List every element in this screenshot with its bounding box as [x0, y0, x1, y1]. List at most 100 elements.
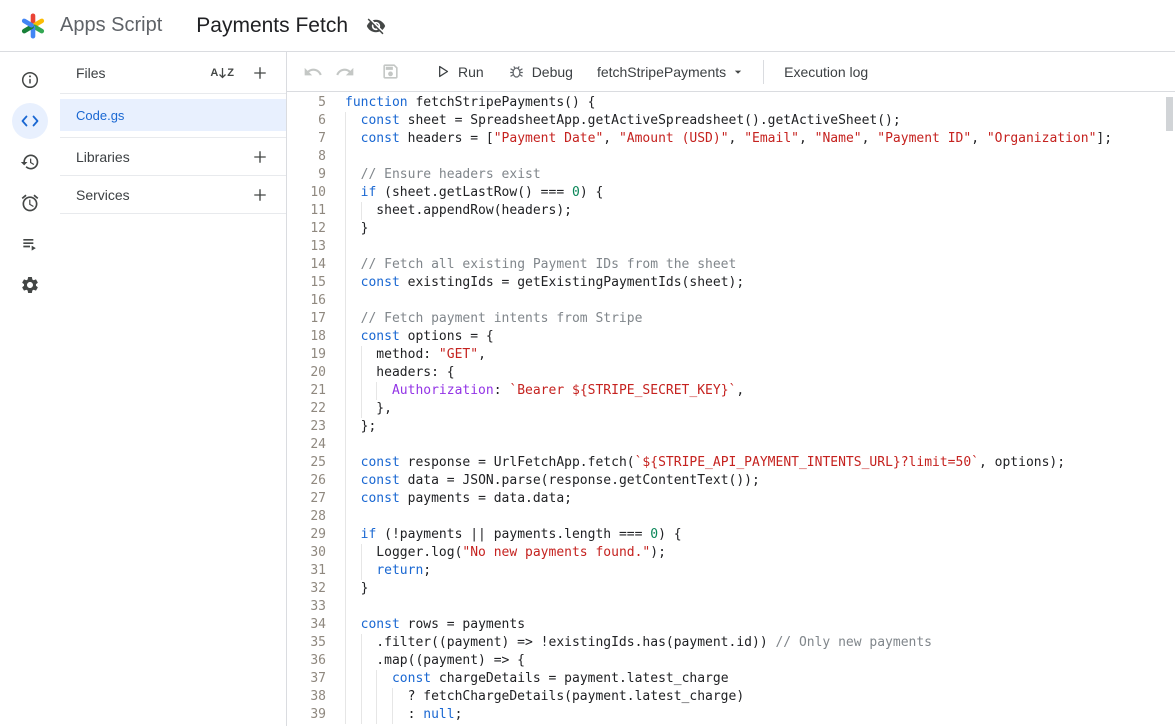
code-line[interactable]: // Fetch payment intents from Stripe: [345, 310, 1175, 328]
line-number[interactable]: 23: [287, 418, 345, 436]
sidebar-item-project-history[interactable]: [12, 144, 48, 180]
line-number[interactable]: 8: [287, 148, 345, 166]
code-line[interactable]: // Ensure headers exist: [345, 166, 1175, 184]
line-number[interactable]: 22: [287, 400, 345, 418]
code-line[interactable]: const rows = payments: [345, 616, 1175, 634]
sidebar-item-executions[interactable]: [12, 226, 48, 262]
code-line[interactable]: [345, 598, 1175, 616]
sidebar-item-overview[interactable]: [12, 62, 48, 98]
line-number[interactable]: 24: [287, 436, 345, 454]
line-number[interactable]: 11: [287, 202, 345, 220]
line-number[interactable]: 31: [287, 562, 345, 580]
code-token-string: "Payment Date": [493, 131, 604, 146]
line-number[interactable]: 25: [287, 454, 345, 472]
scrollbar-thumb[interactable]: [1166, 97, 1173, 131]
run-button[interactable]: Run: [424, 58, 494, 85]
line-number[interactable]: 5: [287, 94, 345, 112]
code-line[interactable]: const existingIds = getExistingPaymentId…: [345, 274, 1175, 292]
line-number[interactable]: 32: [287, 580, 345, 598]
file-item-code-gs[interactable]: Code.gs: [60, 99, 286, 131]
code-line[interactable]: Logger.log("No new payments found.");: [345, 544, 1175, 562]
code-line[interactable]: [345, 508, 1175, 526]
code-line[interactable]: .map((payment) => {: [345, 652, 1175, 670]
code-line[interactable]: };: [345, 418, 1175, 436]
code-line[interactable]: if (!payments || payments.length === 0) …: [345, 526, 1175, 544]
line-number[interactable]: 35: [287, 634, 345, 652]
code-line[interactable]: return;: [345, 562, 1175, 580]
line-number[interactable]: 38: [287, 688, 345, 706]
line-number[interactable]: 18: [287, 328, 345, 346]
undo-button[interactable]: [300, 59, 326, 85]
line-number[interactable]: 16: [287, 292, 345, 310]
code-line[interactable]: },: [345, 400, 1175, 418]
add-library-button[interactable]: [248, 145, 272, 169]
line-number[interactable]: 36: [287, 652, 345, 670]
line-number[interactable]: 17: [287, 310, 345, 328]
brand-name[interactable]: Apps Script: [60, 14, 162, 37]
code-line[interactable]: function fetchStripePayments() {: [345, 94, 1175, 112]
line-number[interactable]: 30: [287, 544, 345, 562]
code-line[interactable]: Authorization: `Bearer ${STRIPE_SECRET_K…: [345, 382, 1175, 400]
save-project-button[interactable]: [377, 59, 403, 85]
code-line[interactable]: [345, 238, 1175, 256]
code-token-string: "Organization": [986, 131, 1097, 146]
line-number[interactable]: 13: [287, 238, 345, 256]
code-editor[interactable]: 5 6 7 8 9 10 11 12 13 14 15 16 17 18 19 20 21 22 23 24 25 26 2…: [287, 92, 1175, 726]
add-file-button[interactable]: [248, 61, 272, 85]
apps-script-logo-icon[interactable]: [16, 9, 50, 43]
debug-button[interactable]: Debug: [498, 58, 583, 85]
project-title[interactable]: Payments Fetch: [196, 14, 348, 38]
code-line[interactable]: [345, 148, 1175, 166]
code-lines[interactable]: function fetchStripePayments() { const s…: [345, 94, 1175, 726]
code-line[interactable]: const options = {: [345, 328, 1175, 346]
line-number[interactable]: 9: [287, 166, 345, 184]
line-number[interactable]: 12: [287, 220, 345, 238]
line-number[interactable]: 28: [287, 508, 345, 526]
code-line[interactable]: [345, 292, 1175, 310]
sidebar-item-triggers[interactable]: [12, 185, 48, 221]
sidebar-item-project-settings[interactable]: [12, 267, 48, 303]
line-number[interactable]: 20: [287, 364, 345, 382]
line-number[interactable]: 26: [287, 472, 345, 490]
code-token-plain-text: ) {: [579, 185, 604, 200]
code-line[interactable]: .filter((payment) => !existingIds.has(pa…: [345, 634, 1175, 652]
line-number[interactable]: 21: [287, 382, 345, 400]
code-line[interactable]: const sheet = SpreadsheetApp.getActiveSp…: [345, 112, 1175, 130]
plus-icon: [254, 66, 266, 79]
redo-button[interactable]: [332, 59, 358, 85]
add-service-button[interactable]: [248, 183, 272, 207]
code-line[interactable]: sheet.appendRow(headers);: [345, 202, 1175, 220]
code-line[interactable]: }: [345, 580, 1175, 598]
line-number[interactable]: 34: [287, 616, 345, 634]
sort-files-icon[interactable]: AZ: [210, 67, 234, 79]
line-number[interactable]: 10: [287, 184, 345, 202]
code-line[interactable]: : null;: [345, 706, 1175, 724]
code-line[interactable]: method: "GET",: [345, 346, 1175, 364]
sidebar-item-editor[interactable]: [12, 103, 48, 139]
line-number[interactable]: 6: [287, 112, 345, 130]
code-line[interactable]: headers: {: [345, 364, 1175, 382]
code-line[interactable]: const chargeDetails = payment.latest_cha…: [345, 670, 1175, 688]
services-section-row: Services: [60, 176, 286, 214]
code-line[interactable]: const data = JSON.parse(response.getCont…: [345, 472, 1175, 490]
code-line[interactable]: if (sheet.getLastRow() === 0) {: [345, 184, 1175, 202]
code-line[interactable]: // Fetch all existing Payment IDs from t…: [345, 256, 1175, 274]
code-line[interactable]: const payments = data.data;: [345, 490, 1175, 508]
line-number[interactable]: 19: [287, 346, 345, 364]
line-number[interactable]: 33: [287, 598, 345, 616]
code-line[interactable]: [345, 436, 1175, 454]
code-line[interactable]: const headers = ["Payment Date", "Amount…: [345, 130, 1175, 148]
line-number[interactable]: 15: [287, 274, 345, 292]
function-selector-dropdown[interactable]: fetchStripePayments: [591, 59, 751, 85]
line-number[interactable]: 14: [287, 256, 345, 274]
execution-log-button[interactable]: Execution log: [776, 59, 876, 85]
line-number[interactable]: 39: [287, 706, 345, 724]
code-line[interactable]: }: [345, 220, 1175, 238]
line-number[interactable]: 29: [287, 526, 345, 544]
line-number[interactable]: 37: [287, 670, 345, 688]
code-token-keyword: const: [360, 473, 400, 488]
code-line[interactable]: ? fetchChargeDetails(payment.latest_char…: [345, 688, 1175, 706]
line-number[interactable]: 7: [287, 130, 345, 148]
line-number[interactable]: 27: [287, 490, 345, 508]
code-line[interactable]: const response = UrlFetchApp.fetch(`${ST…: [345, 454, 1175, 472]
